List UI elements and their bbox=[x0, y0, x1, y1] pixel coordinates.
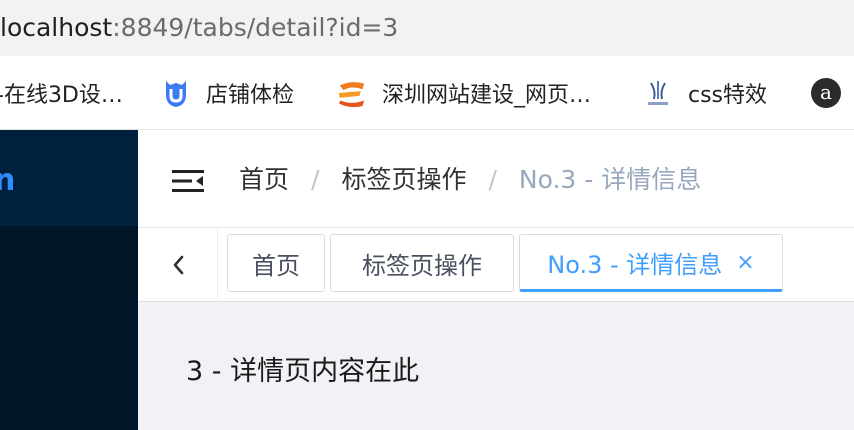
tags-view: 首页 标签页操作 No.3 - 详情信息 × bbox=[138, 228, 854, 302]
detail-content-text: 3 - 详情页内容在此 bbox=[186, 356, 420, 387]
sidebar: n bbox=[0, 130, 138, 430]
tab-scroll-left-button[interactable] bbox=[138, 228, 218, 302]
bookmark-label: -在线3D设… bbox=[0, 83, 123, 108]
tab-label: 标签页操作 bbox=[362, 251, 482, 280]
breadcrumb-item-home[interactable]: 首页 bbox=[239, 160, 289, 200]
breadcrumb-separator: / bbox=[488, 165, 497, 194]
breadcrumb-separator: / bbox=[311, 165, 320, 194]
bookmark-label: css特效 bbox=[688, 83, 768, 108]
tab-home[interactable]: 首页 bbox=[227, 234, 325, 292]
breadcrumb-item-current: No.3 - 详情信息 bbox=[518, 165, 702, 194]
a-glyph: a bbox=[820, 80, 832, 104]
shield-badge-icon bbox=[160, 77, 192, 109]
bookmark-3d[interactable]: -在线3D设… bbox=[0, 56, 123, 130]
navbar: 首页 / 标签页操作 / No.3 - 详情信息 bbox=[138, 130, 854, 228]
e-logo-icon bbox=[336, 77, 368, 109]
bookmark-label: 深圳网站建设_网页… bbox=[382, 83, 592, 108]
bookmark-css-effects[interactable]: css特效 bbox=[642, 56, 767, 130]
tab-label: No.3 - 详情信息 bbox=[547, 250, 723, 279]
sidebar-logo-text: n bbox=[0, 163, 16, 198]
address-bar[interactable]: localhost:8849/tabs/detail?id=3 bbox=[0, 0, 854, 56]
bookmark-shop-check[interactable]: 店铺体检 bbox=[160, 56, 294, 130]
url-text[interactable]: localhost:8849/tabs/detail?id=3 bbox=[0, 12, 398, 44]
bookmark-a[interactable]: a bbox=[810, 56, 854, 130]
bookmark-shenzhen-web[interactable]: 深圳网站建设_网页… bbox=[336, 56, 591, 130]
breadcrumb: 首页 / 标签页操作 / No.3 - 详情信息 bbox=[239, 160, 701, 200]
bookmarks-bar: -在线3D设… 店铺体检 深圳网站建设_网页… css特效 a bbox=[0, 56, 854, 130]
sidebar-logo[interactable]: n bbox=[0, 130, 138, 226]
menu-fold-icon[interactable] bbox=[172, 168, 204, 194]
url-host: localhost bbox=[0, 13, 113, 42]
main-area: 首页 / 标签页操作 / No.3 - 详情信息 首页 标签页操作 No.3 -… bbox=[138, 130, 854, 430]
tab-detail-3[interactable]: No.3 - 详情信息 × bbox=[519, 234, 783, 292]
chevron-left-icon bbox=[173, 255, 183, 275]
tab-tab-operations[interactable]: 标签页操作 bbox=[330, 234, 514, 292]
tab-close-icon[interactable]: × bbox=[736, 250, 754, 275]
bookmark-label: 店铺体检 bbox=[206, 83, 295, 108]
app-main: 3 - 详情页内容在此 bbox=[138, 302, 854, 430]
breadcrumb-item-tabs[interactable]: 标签页操作 bbox=[341, 160, 466, 200]
a-circle-icon: a bbox=[810, 77, 842, 109]
url-path: :8849/tabs/detail?id=3 bbox=[112, 13, 399, 42]
css-inspiration-icon bbox=[642, 77, 674, 109]
tab-label: 首页 bbox=[252, 251, 300, 280]
